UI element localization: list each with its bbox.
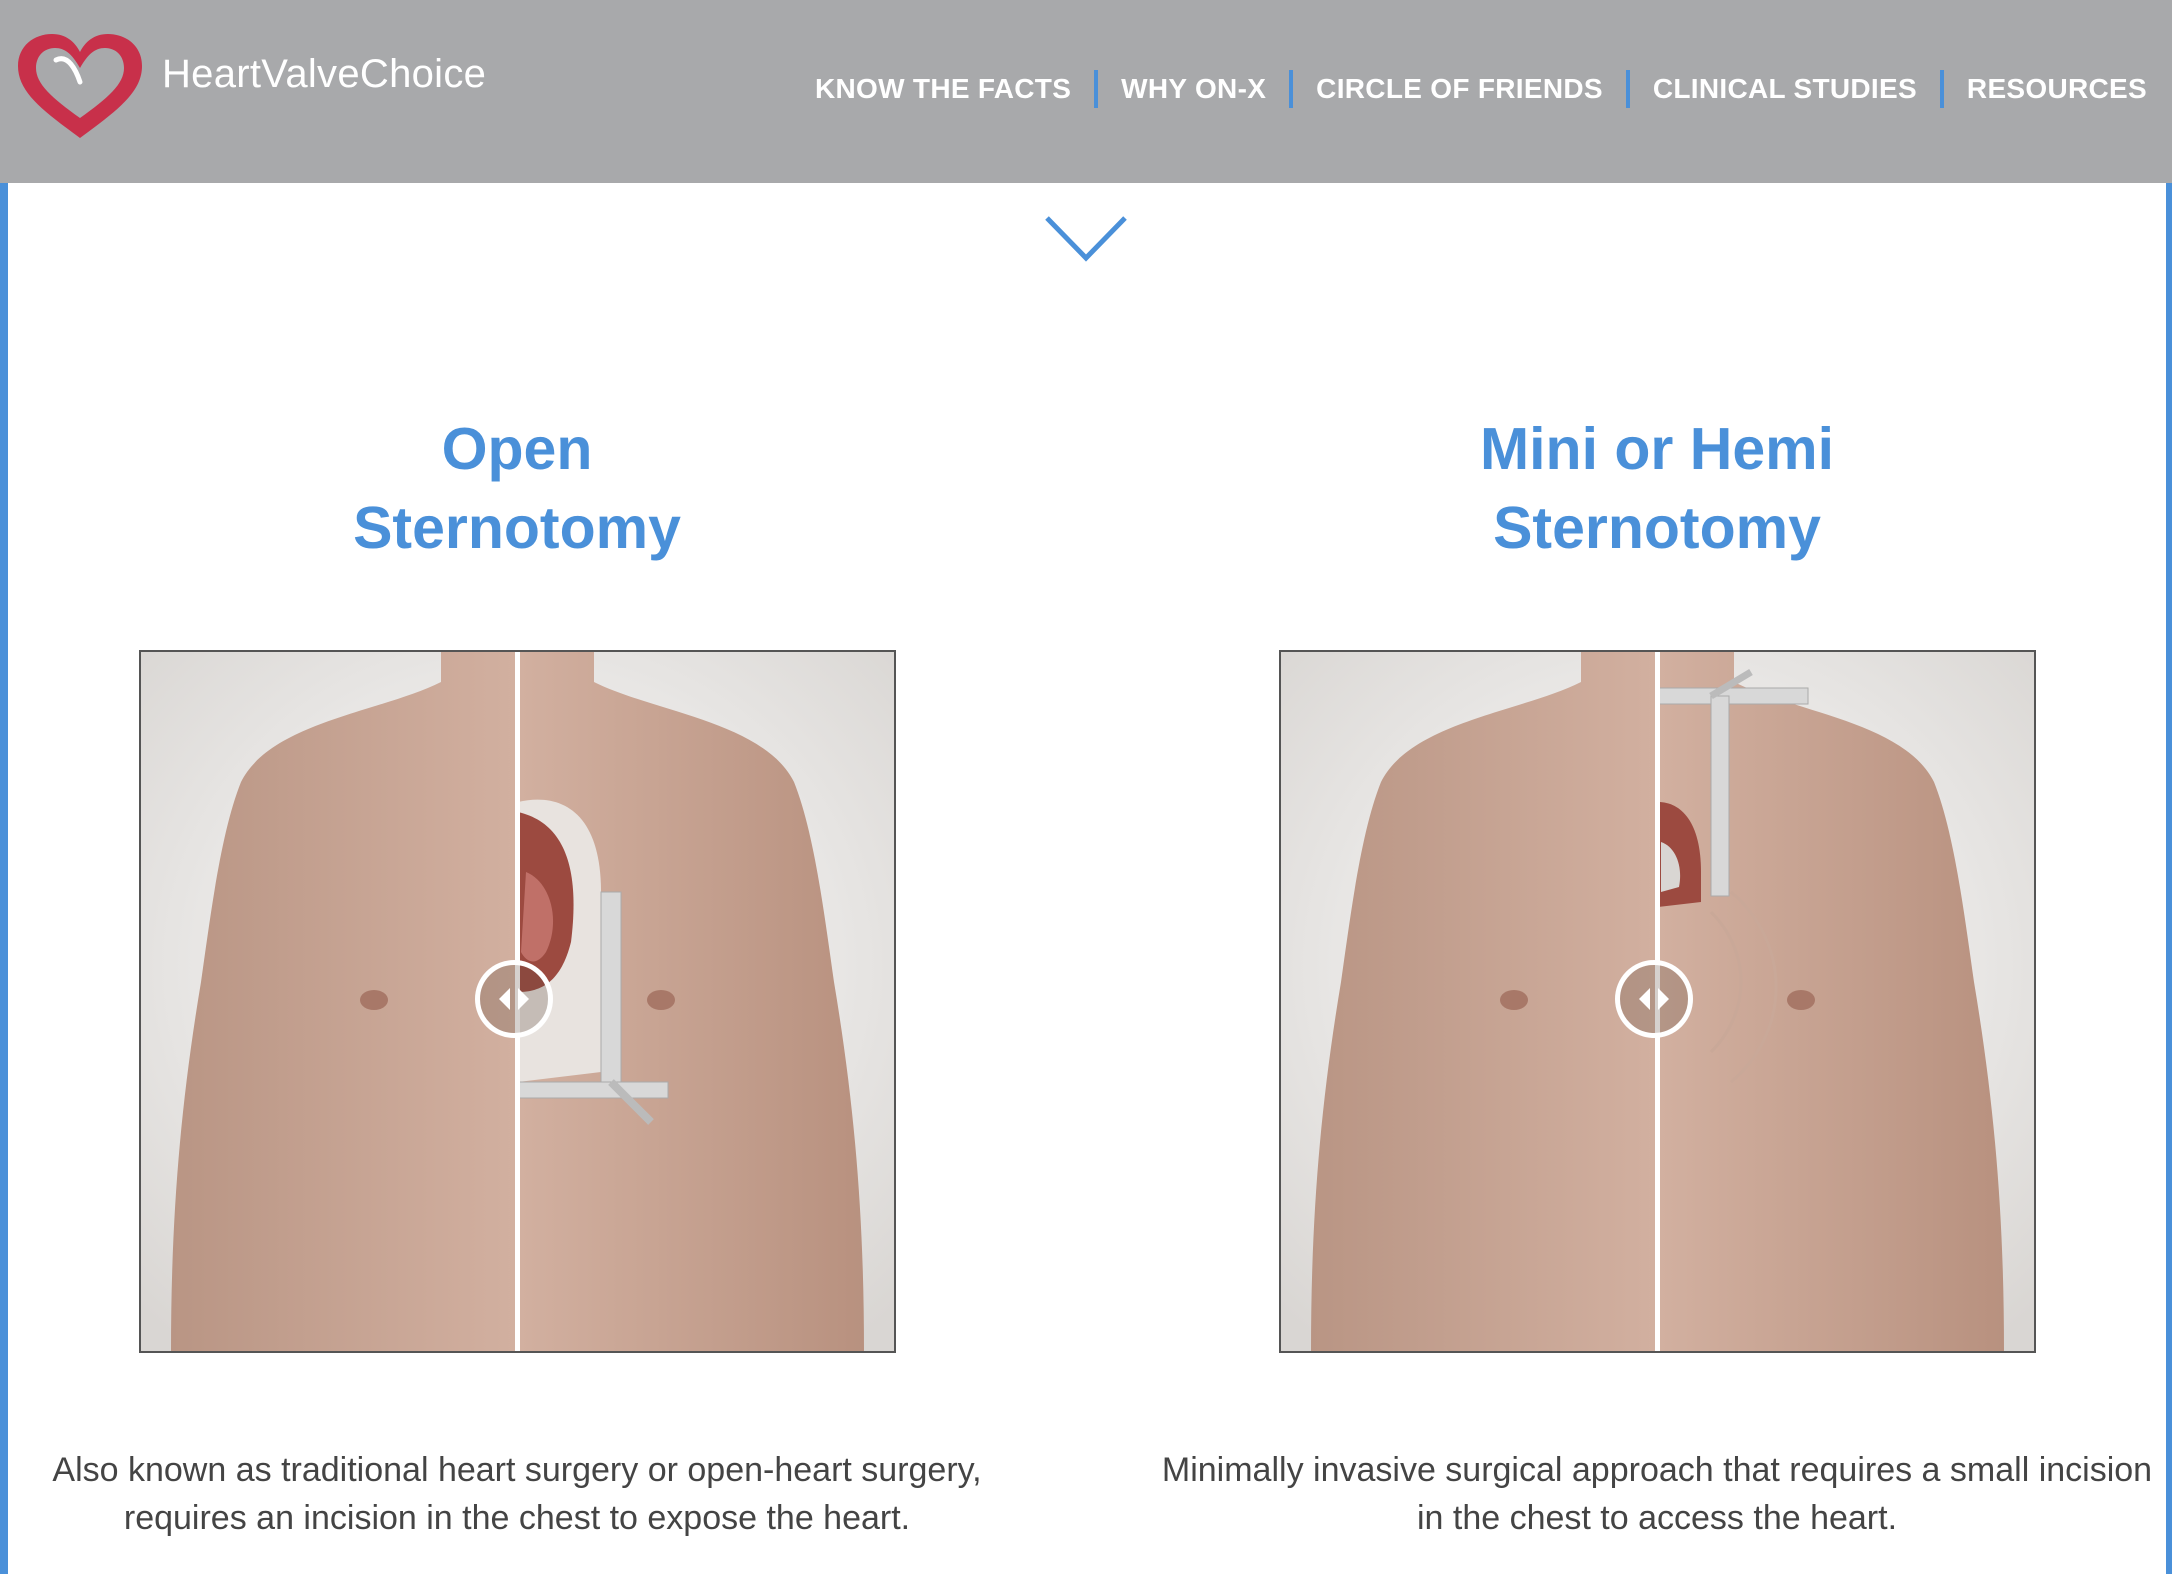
section-title: Mini or Hemi Sternotomy bbox=[1479, 416, 1835, 561]
page-left-border bbox=[0, 183, 8, 1574]
open-sternotomy-description: Also known as traditional heart surgery … bbox=[52, 1451, 982, 1537]
arrow-left-icon bbox=[1639, 988, 1650, 1010]
nav-separator bbox=[1939, 70, 1944, 108]
section-title: Open Sternotomy bbox=[353, 416, 681, 561]
nav-clinical-studies[interactable]: CLINICAL STUDIES bbox=[1653, 73, 1917, 105]
arrow-right-icon bbox=[518, 988, 529, 1010]
heart-logo-icon bbox=[18, 34, 142, 138]
open-sternotomy-comparison-slider[interactable] bbox=[139, 650, 896, 1353]
nav-resources[interactable]: RESOURCES bbox=[1967, 73, 2147, 105]
page-right-border bbox=[2166, 183, 2172, 1574]
main-nav: KNOW THE FACTS WHY ON-X CIRCLE OF FRIEND… bbox=[815, 70, 2147, 108]
open-sternotomy-heading: Open Sternotomy bbox=[17, 410, 1017, 568]
nav-circle-of-friends[interactable]: CIRCLE OF FRIENDS bbox=[1316, 73, 1603, 105]
arrow-right-icon bbox=[1658, 988, 1669, 1010]
slider-handle-icon[interactable] bbox=[475, 960, 553, 1038]
brand-name: HeartValveChoice bbox=[162, 51, 487, 96]
site-header: HeartValveChoice KNOW THE FACTS WHY ON-X… bbox=[0, 0, 2172, 183]
mini-sternotomy-heading: Mini or Hemi Sternotomy bbox=[1157, 410, 2157, 568]
slider-handle-icon[interactable] bbox=[1615, 960, 1693, 1038]
nav-separator bbox=[1289, 70, 1294, 108]
nav-separator bbox=[1094, 70, 1099, 108]
nav-know-the-facts[interactable]: KNOW THE FACTS bbox=[815, 73, 1071, 105]
arrow-left-icon bbox=[499, 988, 510, 1010]
mini-sternotomy-description: Minimally invasive surgical approach tha… bbox=[1161, 1451, 2153, 1537]
mini-sternotomy-comparison-slider[interactable] bbox=[1279, 650, 2036, 1353]
nav-separator bbox=[1625, 70, 1630, 108]
chevron-down-icon[interactable] bbox=[1043, 212, 1129, 264]
site-logo[interactable]: HeartValveChoice bbox=[12, 30, 486, 148]
nav-why-on-x[interactable]: WHY ON-X bbox=[1121, 73, 1266, 105]
